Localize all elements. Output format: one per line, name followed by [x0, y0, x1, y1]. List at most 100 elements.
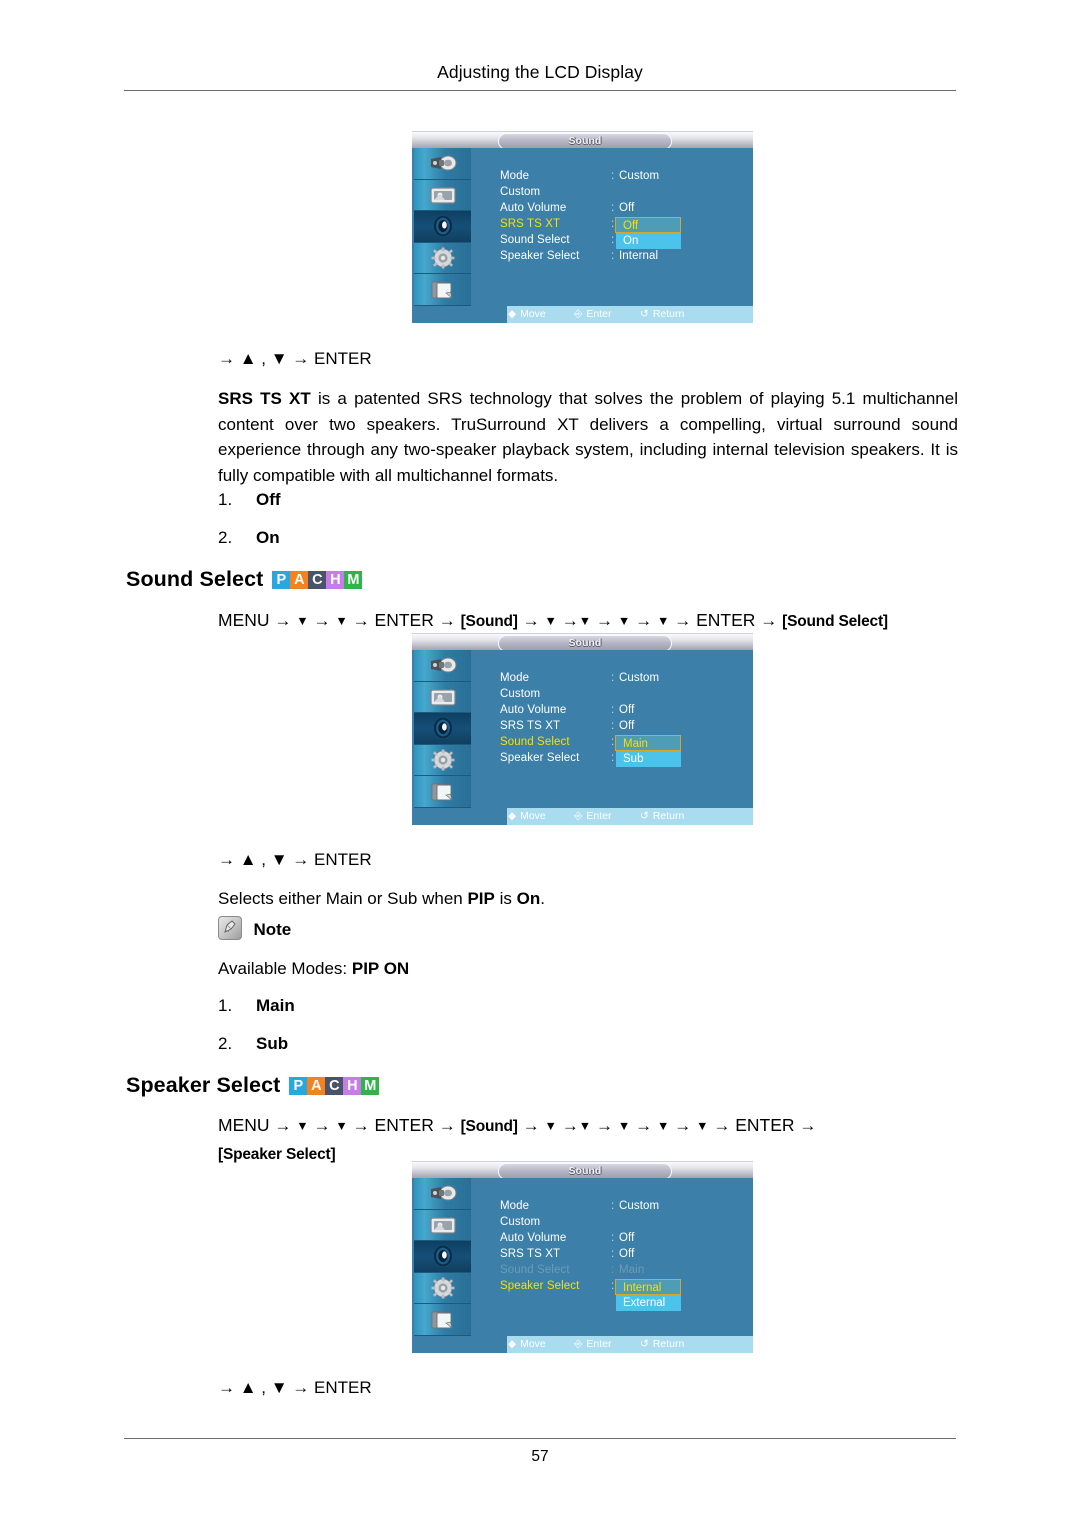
document-page: Adjusting the LCD Display Sound Mode: C…	[0, 0, 1080, 1527]
note-label: Note	[253, 920, 292, 939]
osd-footer-move[interactable]: ◆ Move	[508, 306, 546, 323]
osd-menu-list: Mode : Custom Custom Auto Volume : Off S…	[474, 650, 753, 808]
picture-icon[interactable]	[414, 1210, 471, 1242]
osd-row-label: SRS TS XT	[500, 218, 561, 230]
available-modes-value: PIP ON	[351, 959, 410, 978]
osd-row-colon: :	[611, 1248, 615, 1260]
sound-icon[interactable]	[414, 713, 471, 745]
list-item-number: 1.	[218, 490, 233, 509]
move-diamond-icon: ◆	[508, 810, 517, 822]
osd-row-label: Mode	[500, 170, 530, 182]
osd-row-colon: :	[611, 752, 615, 764]
osd-screenshot-srs: Sound Mode: Custom Custom Auto Volume:…	[412, 131, 753, 323]
osd-footer-enter[interactable]: ⎆ Enter	[574, 1336, 612, 1353]
osd-footer-move[interactable]: ◆ Move	[508, 808, 546, 825]
sound-icon[interactable]	[414, 1241, 471, 1273]
srs-option-list: 1. Off 2. On	[218, 490, 281, 566]
input-source-icon[interactable]	[414, 148, 471, 180]
heading-text: Speaker Select	[126, 1073, 281, 1097]
osd-row-colon: :	[611, 1200, 615, 1212]
osd-footer: ◆ Move ⎆ Enter ↺ Return	[412, 306, 753, 323]
osd-footer-spacer	[412, 1336, 507, 1353]
osd-option-alternate[interactable]: On	[616, 233, 681, 249]
page-number: 57	[531, 1448, 549, 1465]
list-item-value: Off	[256, 490, 281, 509]
badge-a: A	[290, 571, 309, 589]
input-source-icon[interactable]	[414, 650, 471, 682]
sound-select-option-list: 1. Main 2. Sub	[218, 996, 295, 1072]
footer-rule	[124, 1438, 956, 1439]
setup-gear-icon[interactable]	[414, 243, 471, 275]
multi-control-icon[interactable]	[414, 1304, 471, 1336]
badge-p: P	[272, 571, 291, 589]
osd-option-alternate[interactable]: Sub	[616, 751, 681, 767]
badge-m: M	[361, 1077, 380, 1095]
multi-control-icon[interactable]	[414, 776, 471, 808]
badge-c: C	[325, 1077, 344, 1095]
setup-gear-icon[interactable]	[414, 745, 471, 777]
nav-sound-tag: [Sound]	[460, 1118, 518, 1135]
nav-sequence-sound-select: MENU → ▼ → ▼ → ENTER → [Sound] → ▼ →▼ → …	[218, 610, 888, 630]
badge-c: C	[308, 571, 327, 589]
osd-row-value: Off	[619, 1248, 635, 1260]
osd-option-selected[interactable]: Main	[615, 735, 681, 751]
badge-a: A	[307, 1077, 326, 1095]
osd-option-alternate[interactable]: External	[616, 1295, 681, 1311]
osd-row-colon: :	[611, 720, 615, 732]
sound-select-description: Selects either Main or Sub when PIP is O…	[218, 889, 545, 908]
osd-row-label: Custom	[500, 186, 541, 198]
list-item: 1. Main	[218, 996, 295, 1034]
section-heading-speaker-select: Speaker Select P A C H M	[126, 1073, 380, 1098]
osd-sidebar	[414, 148, 471, 306]
osd-row-label: Custom	[500, 688, 541, 700]
osd-row-colon: :	[611, 218, 615, 230]
key-sequence-srs: → ▲ , ▼ → ENTER	[218, 349, 372, 368]
osd-screenshot-sound-select: Sound Mode: Custom Custom Auto Volume:…	[412, 633, 753, 825]
nav-sequence-speaker-select: MENU → ▼ → ▼ → ENTER → [Sound] → ▼ →▼ → …	[218, 1115, 817, 1163]
osd-screenshot-speaker-select: Sound Mode: Custom Custom Auto Volume:…	[412, 1161, 753, 1353]
nav-sound-tag: [Sound]	[460, 613, 518, 630]
badge-h: H	[326, 571, 345, 589]
key-sequence-speaker-select: → ▲ , ▼ → ENTER	[218, 1378, 372, 1397]
osd-row-label: Auto Volume	[500, 704, 567, 716]
osd-titlebar: Sound	[412, 1161, 753, 1180]
picture-icon[interactable]	[414, 180, 471, 212]
picture-icon[interactable]	[414, 682, 471, 714]
osd-footer-enter[interactable]: ⎆ Enter	[574, 808, 612, 825]
osd-row-label: Sound Select	[500, 1264, 570, 1276]
osd-row-value: Custom	[619, 170, 660, 182]
osd-row-value: Off	[619, 704, 635, 716]
osd-footer: ◆ Move ⎆ Enter ↺ Return	[412, 808, 753, 825]
osd-row-label: Auto Volume	[500, 1232, 567, 1244]
osd-row-label: Sound Select	[500, 736, 570, 748]
osd-footer-return[interactable]: ↺ Return	[640, 808, 684, 825]
osd-sidebar	[414, 650, 471, 808]
mode-badges: PACHM	[272, 571, 363, 589]
list-item-value: Main	[256, 996, 295, 1015]
osd-row-value: Custom	[619, 672, 660, 684]
note-block: Note	[218, 916, 291, 940]
section-heading-sound-select: Sound Select P A C H M	[126, 567, 363, 592]
nav-menu-label: MENU	[218, 1115, 270, 1135]
osd-option-selected[interactable]: Internal	[615, 1279, 681, 1295]
osd-row-colon: :	[611, 234, 615, 246]
input-source-icon[interactable]	[414, 1178, 471, 1210]
osd-footer-move[interactable]: ◆ Move	[508, 1336, 546, 1353]
osd-row-colon: :	[611, 170, 615, 182]
osd-footer-return[interactable]: ↺ Return	[640, 1336, 684, 1353]
badge-m: M	[344, 571, 363, 589]
multi-control-icon[interactable]	[414, 274, 471, 306]
setup-gear-icon[interactable]	[414, 1273, 471, 1305]
return-arrow-icon: ↺	[640, 1338, 649, 1350]
osd-footer-enter[interactable]: ⎆ Enter	[574, 306, 612, 323]
osd-footer-return[interactable]: ↺ Return	[640, 306, 684, 323]
osd-row-colon: :	[611, 250, 615, 262]
osd-row-colon: :	[611, 736, 615, 748]
osd-row-value: Custom	[619, 1200, 660, 1212]
sound-icon[interactable]	[414, 211, 471, 243]
osd-row-label: Custom	[500, 1216, 541, 1228]
srs-term: SRS TS XT	[218, 389, 311, 408]
osd-footer: ◆ Move ⎆ Enter ↺ Return	[412, 1336, 753, 1353]
osd-row-colon: :	[611, 1264, 615, 1276]
osd-option-selected[interactable]: Off	[615, 217, 681, 233]
